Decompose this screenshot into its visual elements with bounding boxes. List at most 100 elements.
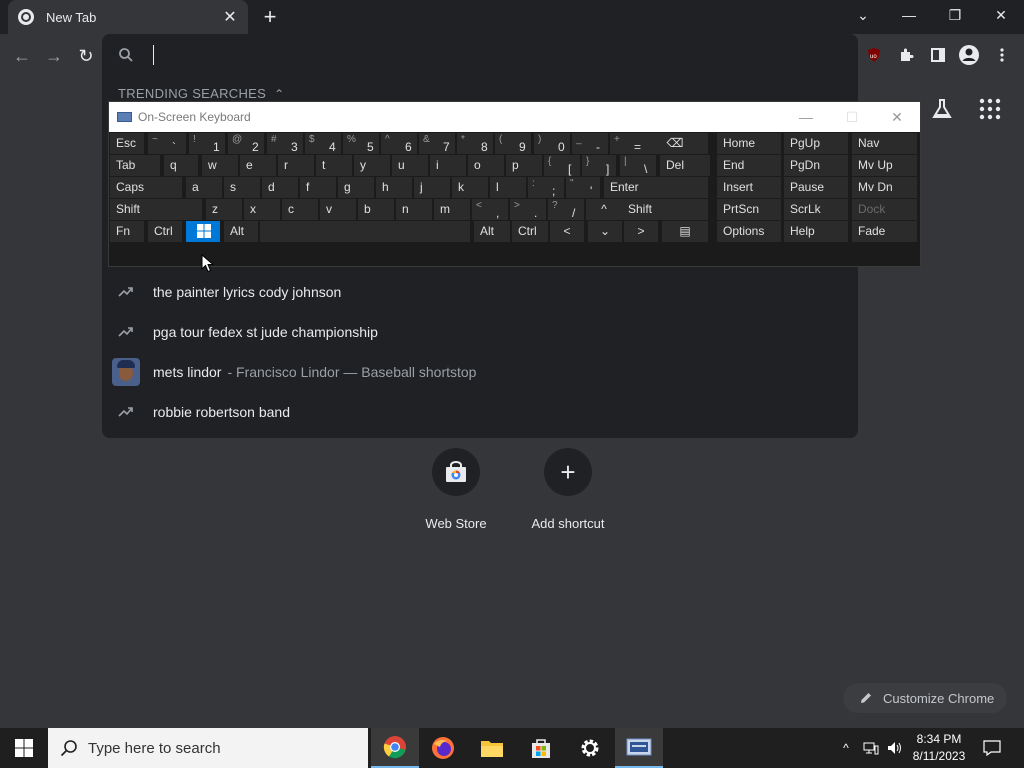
osk-minimize-button[interactable]: — (796, 109, 816, 125)
microsoft-store-icon[interactable] (517, 728, 565, 768)
tab-close-icon[interactable]: ✕ (222, 7, 238, 27)
osk-key[interactable]: ^ 6 (381, 133, 417, 154)
osk-key[interactable]: p (506, 155, 542, 176)
osk-key[interactable]: z (206, 199, 242, 220)
osk-key[interactable]: s (224, 177, 260, 198)
file-explorer-icon[interactable] (468, 728, 516, 768)
sidepanel-icon[interactable] (927, 44, 949, 66)
osk-key[interactable]: v (320, 199, 356, 220)
osk-key[interactable]: < (550, 221, 584, 242)
osk-key[interactable]: g (338, 177, 374, 198)
osk-key[interactable]: (9 (495, 133, 531, 154)
osk-key[interactable]: a (186, 177, 222, 198)
minimize-button[interactable]: — (886, 0, 932, 30)
tab-search-button[interactable]: ⌄ (840, 0, 886, 30)
osk-key[interactable]: > (624, 221, 658, 242)
osk-key[interactable]: ScrLk (784, 199, 848, 220)
osk-key[interactable]: " ' (566, 177, 600, 198)
osk-key[interactable]: ⌄ (588, 221, 622, 242)
osk-key[interactable]: PgDn (784, 155, 848, 176)
osk-key[interactable]: Nav (852, 133, 917, 154)
osk-key[interactable]: Shift (110, 199, 202, 220)
osk-key[interactable]: t (316, 155, 352, 176)
osk-key[interactable]: Fn (110, 221, 144, 242)
osk-key[interactable]: Home (717, 133, 781, 154)
menu-icon[interactable] (991, 44, 1013, 66)
osk-key[interactable]: Tab (110, 155, 160, 176)
osk-key[interactable]: d (262, 177, 298, 198)
osk-key[interactable]: Pause (784, 177, 848, 198)
osk-key[interactable]: Fade (852, 221, 917, 242)
suggestion-item[interactable]: the painter lyrics cody johnson (102, 272, 858, 312)
osk-key[interactable]: Ctrl (148, 221, 182, 242)
osk-key[interactable]: | \ (620, 155, 656, 176)
osk-key[interactable]: Mv Dn (852, 177, 917, 198)
volume-icon[interactable] (884, 728, 906, 768)
osk-key[interactable]: y (354, 155, 390, 176)
osk-key[interactable]: Alt (474, 221, 510, 242)
osk-app-icon[interactable] (615, 728, 663, 768)
osk-key[interactable]: i (430, 155, 466, 176)
network-icon[interactable] (860, 728, 882, 768)
osk-key[interactable]: Shift (622, 199, 708, 220)
customize-chrome-button[interactable]: Customize Chrome (843, 683, 1007, 713)
tray-overflow-chevron[interactable]: ^ (836, 728, 856, 768)
osk-titlebar[interactable]: On-Screen Keyboard — ☐ ✕ (109, 102, 920, 132)
osk-key[interactable]: e (240, 155, 276, 176)
osk-key[interactable]: m (434, 199, 470, 220)
osk-key[interactable]: Help (784, 221, 848, 242)
osk-key[interactable]: #3 (267, 133, 303, 154)
osk-key[interactable]: _ - (572, 133, 608, 154)
osk-key[interactable]: r (278, 155, 314, 176)
osk-key[interactable]: >. (510, 199, 546, 220)
google-apps-icon[interactable] (978, 97, 1002, 126)
notifications-icon[interactable] (980, 728, 1004, 768)
osk-key[interactable]: f (300, 177, 336, 198)
osk-key[interactable]: Insert (717, 177, 781, 198)
new-tab-button[interactable]: + (258, 4, 282, 30)
osk-key[interactable]: w (202, 155, 238, 176)
labs-flask-icon[interactable] (931, 98, 953, 125)
start-button[interactable] (0, 728, 48, 768)
osk-key[interactable]: ! 1 (189, 133, 225, 154)
firefox-icon[interactable] (419, 728, 467, 768)
osk-key[interactable]: ^ (586, 199, 622, 220)
puzzle-icon[interactable] (895, 44, 917, 66)
osk-key[interactable]: + = (610, 133, 646, 154)
osk-key-space[interactable] (260, 221, 470, 242)
osk-key[interactable]: @2 (228, 133, 264, 154)
suggestion-item[interactable]: pga tour fedex st jude championship (102, 312, 858, 352)
restore-button[interactable]: ❐ (932, 0, 978, 30)
osk-key[interactable]: PgUp (784, 133, 848, 154)
osk-key[interactable]: j (414, 177, 450, 198)
osk-key[interactable]: * 8 (457, 133, 493, 154)
osk-key[interactable]: o (468, 155, 504, 176)
suggestion-item[interactable]: mets lindor - Francisco Lindor — Basebal… (102, 352, 858, 392)
osk-key[interactable]: c (282, 199, 318, 220)
shortcut-web-store[interactable]: Web Store (401, 448, 511, 531)
suggestion-item[interactable]: robbie robertson band (102, 392, 858, 432)
system-clock[interactable]: 8:34 PM 8/11/2023 (906, 731, 972, 765)
tab-new-tab[interactable]: New Tab ✕ (8, 0, 248, 34)
forward-button[interactable]: → (42, 44, 66, 68)
osk-key[interactable]: Options (717, 221, 781, 242)
osk-key[interactable]: Caps (110, 177, 182, 198)
osk-close-button[interactable]: ✕ (887, 109, 907, 126)
osk-key[interactable]: q (164, 155, 198, 176)
taskbar-search-box[interactable]: Type here to search (48, 728, 368, 768)
osk-key[interactable]: x (244, 199, 280, 220)
osk-key[interactable]: u (392, 155, 428, 176)
osk-key[interactable]: & 7 (419, 133, 455, 154)
osk-key[interactable]: :; (528, 177, 564, 198)
osk-key[interactable]: ? / (548, 199, 584, 220)
osk-key[interactable]: Dock (852, 199, 917, 220)
osk-key[interactable]: Mv Up (852, 155, 917, 176)
trending-header[interactable]: TRENDING SEARCHES ⌃ (118, 86, 284, 101)
osk-key[interactable]: {[ (544, 155, 580, 176)
shortcut-add[interactable]: + Add shortcut (513, 448, 623, 531)
osk-key[interactable]: Alt (224, 221, 258, 242)
osk-key[interactable]: l (490, 177, 526, 198)
back-button[interactable]: ← (10, 44, 34, 68)
reload-button[interactable]: ↻ (74, 44, 98, 68)
chrome-icon[interactable] (371, 728, 419, 768)
